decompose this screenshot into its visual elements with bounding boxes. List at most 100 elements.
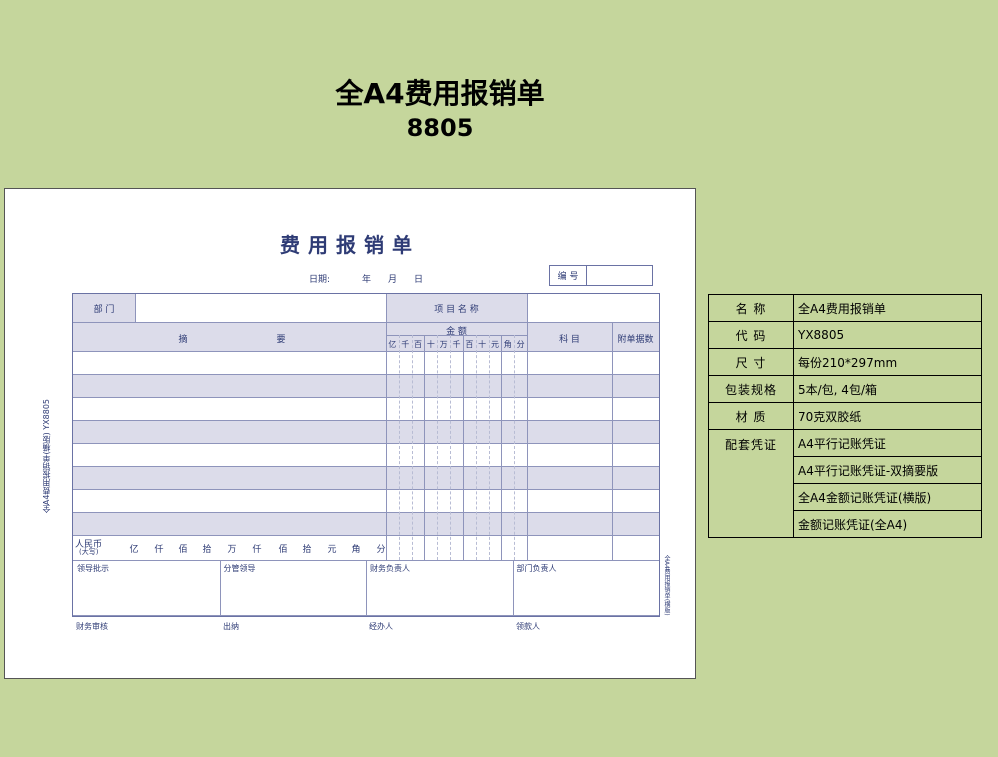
spec-value: 70克双胶纸 bbox=[793, 402, 982, 430]
digit-label: 千 bbox=[401, 340, 410, 349]
spec-value: 每份210*297mm bbox=[793, 348, 982, 376]
digit-divider bbox=[437, 335, 439, 560]
form-heading: 费用报销单 bbox=[280, 233, 420, 257]
side-label-left: 全A4费用报销单(横版) YX8805 bbox=[42, 399, 51, 514]
spec-key: 代 码 bbox=[708, 321, 794, 349]
spec-value: A4平行记账凭证 bbox=[793, 429, 982, 457]
spec-key: 尺 寸 bbox=[708, 348, 794, 376]
table-row-shade bbox=[73, 512, 659, 535]
sign-box-label: 分管领导 bbox=[223, 564, 256, 573]
month-label: 月 bbox=[388, 275, 398, 285]
line bbox=[73, 443, 659, 444]
product-code: 8805 bbox=[406, 114, 474, 142]
line bbox=[73, 535, 659, 536]
spec-row: 材 质 70克双胶纸 bbox=[708, 402, 982, 430]
footer-label: 经办人 bbox=[369, 622, 393, 631]
number-box[interactable]: 编 号 bbox=[549, 265, 653, 286]
dept-label: 部 门 bbox=[93, 305, 115, 315]
line bbox=[135, 294, 136, 322]
line bbox=[73, 615, 659, 616]
digit-label: 十 bbox=[426, 340, 435, 349]
item-name-label: 项 目 名 称 bbox=[434, 305, 479, 315]
rmb-unit-label: 佰 bbox=[178, 545, 188, 555]
spec-key: 材 质 bbox=[708, 402, 794, 430]
sign-divider bbox=[219, 560, 221, 615]
form-grid: 部 门项 目 名 称摘要金 额亿千百十万千百十元角分科 目附单据数 人民币 (大写)… bbox=[72, 293, 660, 617]
summary-label-a: 摘 bbox=[178, 335, 188, 345]
summary-label-b: 要 bbox=[276, 335, 286, 345]
date-label: 日期: bbox=[309, 275, 331, 285]
spec-value: 5本/包, 4包/箱 bbox=[793, 375, 982, 403]
spec-key: 名 称 bbox=[708, 294, 794, 322]
digit-label: 角 bbox=[503, 340, 512, 349]
digit-label: 十 bbox=[478, 340, 487, 349]
digit-divider bbox=[424, 335, 426, 560]
line bbox=[73, 322, 659, 323]
subject-label: 科 目 bbox=[559, 335, 580, 345]
sign-box-label: 领导批示 bbox=[77, 564, 109, 573]
rmb-unit-label: 佰 bbox=[278, 545, 288, 555]
table-row-shade bbox=[73, 420, 659, 443]
sign-box-label: 财务负责人 bbox=[370, 564, 410, 573]
line bbox=[73, 512, 659, 513]
digit-divider bbox=[398, 335, 400, 560]
line bbox=[612, 322, 613, 560]
digit-label: 百 bbox=[465, 340, 474, 349]
spec-key: 配套凭证 bbox=[708, 429, 794, 538]
attach-label: 附单据数 bbox=[617, 335, 654, 345]
digit-divider bbox=[475, 335, 477, 560]
spec-row: 尺 寸每份210*297mm bbox=[708, 348, 982, 376]
spec-row: 名 称全A4费用报销单 bbox=[708, 294, 982, 322]
day-label: 日 bbox=[414, 275, 424, 285]
rmb-unit-label: 角 bbox=[351, 545, 361, 555]
rmb-unit-label: 亿 bbox=[129, 545, 139, 555]
digit-divider bbox=[462, 335, 464, 560]
sign-divider bbox=[512, 560, 514, 615]
digit-divider bbox=[450, 335, 452, 560]
rmb-unit-label: 分 bbox=[376, 545, 386, 555]
spec-row: 代 码 YX8805 bbox=[708, 321, 982, 349]
spec-value: 金额记账凭证(全A4) bbox=[793, 510, 982, 538]
rmb-unit-label: 仟 bbox=[252, 545, 262, 555]
line bbox=[73, 420, 659, 421]
digit-divider bbox=[514, 335, 516, 560]
digit-label: 千 bbox=[452, 340, 461, 349]
spec-key: 包装规格 bbox=[708, 375, 794, 403]
spec-value: A4平行记账凭证-双摘要版 bbox=[793, 456, 982, 484]
year-label: 年 bbox=[362, 275, 372, 285]
footer-label: 出纳 bbox=[223, 622, 239, 631]
line bbox=[73, 351, 659, 352]
spec-table: 名 称全A4费用报销单代 码 YX8805 尺 寸每份210*297mm 包装规格 5本… bbox=[708, 294, 982, 538]
digit-label: 百 bbox=[414, 340, 423, 349]
line bbox=[73, 489, 659, 490]
spec-row: 包装规格 5本/包, 4包/箱 bbox=[708, 375, 982, 403]
rmb-upper-label: (大写) bbox=[79, 548, 99, 556]
line bbox=[73, 374, 659, 375]
footer-label: 财务审核 bbox=[76, 622, 108, 631]
spec-value: 全A4费用报销单 bbox=[793, 294, 982, 322]
digit-label: 亿 bbox=[388, 340, 397, 349]
rmb-unit-label: 拾 bbox=[302, 545, 312, 555]
digit-label: 元 bbox=[490, 340, 499, 349]
digit-label: 万 bbox=[439, 340, 448, 349]
form-sheet: 费用报销单 日期: 年 月 日 编 号 部 门项 目 名 称摘要金 额亿千百十万… bbox=[4, 188, 696, 679]
number-label: 编 号 bbox=[550, 266, 587, 285]
amount-label: 金 额 bbox=[446, 327, 467, 337]
product-title: 全A4费用报销单 bbox=[335, 77, 545, 110]
spec-value: 全A4金额记账凭证(横版) bbox=[793, 483, 982, 511]
spec-value: YX8805 bbox=[793, 321, 982, 349]
rmb-unit-label: 仟 bbox=[154, 545, 164, 555]
line bbox=[73, 397, 659, 398]
rmb-unit-label: 万 bbox=[227, 545, 237, 555]
line bbox=[73, 466, 659, 467]
side-label-right: 全A4费用报销单(横版) bbox=[663, 555, 670, 616]
digit-divider bbox=[488, 335, 490, 560]
digit-divider bbox=[411, 335, 413, 560]
rmb-unit-label: 元 bbox=[327, 545, 337, 555]
table-row-shade bbox=[73, 466, 659, 489]
digit-divider bbox=[501, 335, 503, 560]
digit-label: 分 bbox=[516, 340, 525, 349]
spec-row: 配套凭证 A4平行记账凭证 bbox=[708, 429, 982, 538]
sign-box-label: 部门负责人 bbox=[516, 564, 557, 573]
rmb-unit-label: 拾 bbox=[202, 545, 212, 555]
